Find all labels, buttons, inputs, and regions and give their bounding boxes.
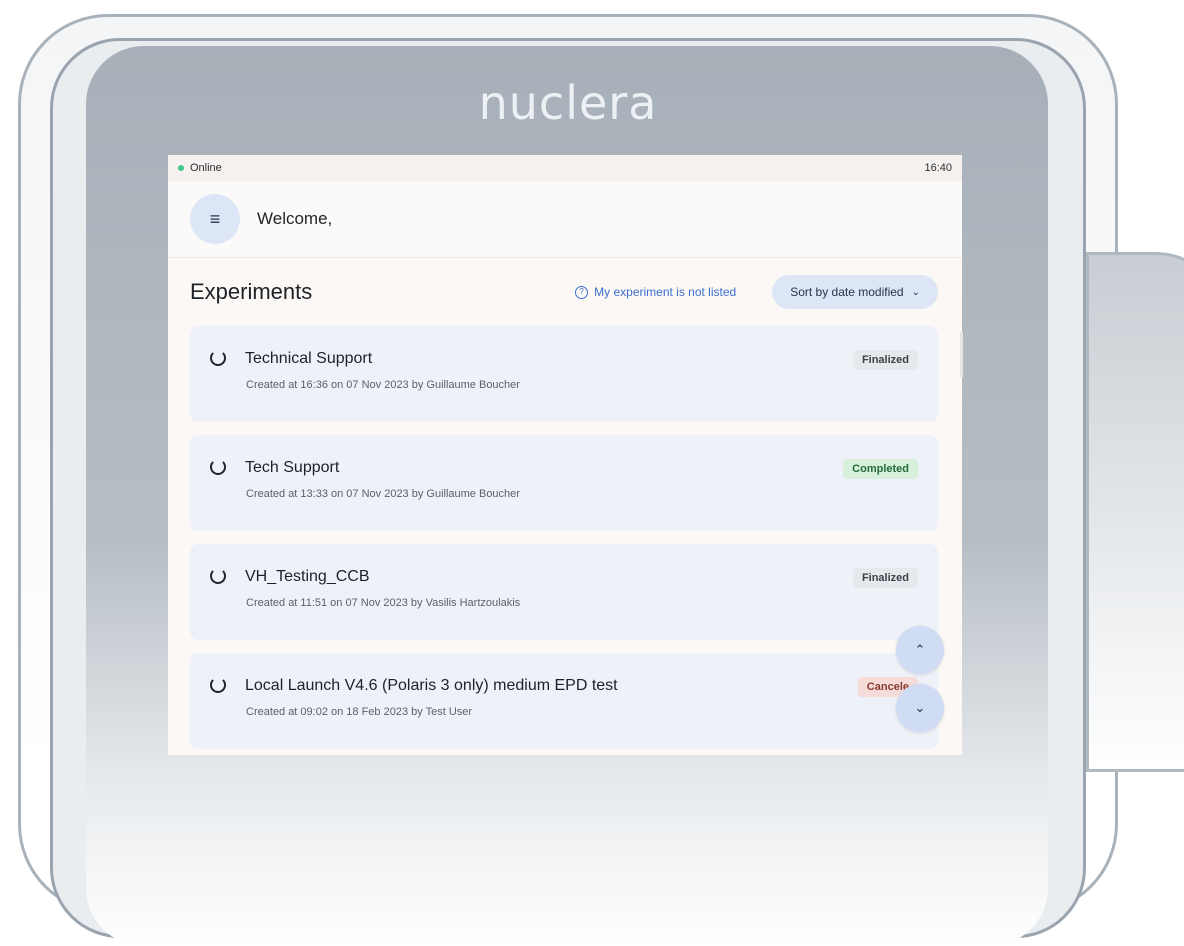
device-screen: Online 16:40 ≡ Welcome, Experiments ? My… — [168, 155, 962, 755]
spinner-icon — [210, 350, 226, 366]
device-side-handle — [1086, 252, 1184, 772]
hamburger-icon: ≡ — [209, 208, 221, 229]
clock: 16:40 — [924, 162, 952, 174]
status-badge: Completed — [843, 459, 918, 479]
experiment-meta: Created at 16:36 on 07 Nov 2023 by Guill… — [246, 379, 520, 391]
experiment-meta: Created at 13:33 on 07 Nov 2023 by Guill… — [246, 488, 520, 500]
experiment-not-listed-link[interactable]: ? My experiment is not listed — [575, 285, 736, 299]
experiments-toolbar: Experiments ? My experiment is not liste… — [168, 258, 962, 326]
experiment-title: VH_Testing_CCB — [245, 568, 370, 585]
experiment-card[interactable]: Local Launch V4.6 (Polaris 3 only) mediu… — [190, 653, 938, 749]
spinner-icon — [210, 568, 226, 584]
scroll-down-button[interactable]: ⌄ — [896, 684, 944, 732]
status-badge: Finalized — [852, 350, 918, 370]
experiment-meta: Created at 11:51 on 07 Nov 2023 by Vasil… — [246, 597, 521, 609]
online-indicator-icon — [178, 165, 184, 171]
scroll-up-button[interactable]: ⌃ — [896, 626, 944, 674]
experiment-list: Technical Support Created at 16:36 on 07… — [168, 326, 962, 749]
experiment-card[interactable]: Technical Support Created at 16:36 on 07… — [190, 326, 938, 422]
scrollbar-thumb[interactable] — [960, 332, 963, 378]
connection-label: Online — [190, 162, 222, 174]
question-circle-icon: ? — [575, 285, 589, 299]
sort-dropdown[interactable]: Sort by date modified ⌄ — [772, 275, 938, 309]
chevron-down-icon: ⌄ — [911, 286, 920, 298]
welcome-text: Welcome, — [257, 209, 333, 228]
brand-logo: nuclera — [478, 76, 658, 130]
experiment-title: Local Launch V4.6 (Polaris 3 only) mediu… — [245, 677, 618, 694]
experiment-card[interactable]: VH_Testing_CCB Created at 11:51 on 07 No… — [190, 544, 938, 640]
connection-status: Online — [178, 162, 222, 174]
status-bar: Online 16:40 — [168, 155, 962, 181]
chevron-down-icon: ⌄ — [914, 700, 926, 715]
experiment-title: Technical Support — [245, 350, 373, 367]
status-badge: Finalized — [852, 568, 918, 588]
sort-label: Sort by date modified — [790, 285, 904, 299]
help-link-label: My experiment is not listed — [594, 285, 737, 299]
experiment-title: Tech Support — [245, 459, 340, 476]
spinner-icon — [210, 459, 226, 475]
spinner-icon — [210, 677, 226, 693]
app-header: ≡ Welcome, — [168, 181, 962, 258]
chevron-up-icon: ⌃ — [914, 642, 926, 657]
experiment-meta: Created at 09:02 on 18 Feb 2023 by Test … — [246, 706, 473, 718]
page-title: Experiments — [190, 279, 313, 304]
menu-button[interactable]: ≡ — [190, 194, 240, 244]
experiment-card[interactable]: Tech Support Created at 13:33 on 07 Nov … — [190, 435, 938, 531]
